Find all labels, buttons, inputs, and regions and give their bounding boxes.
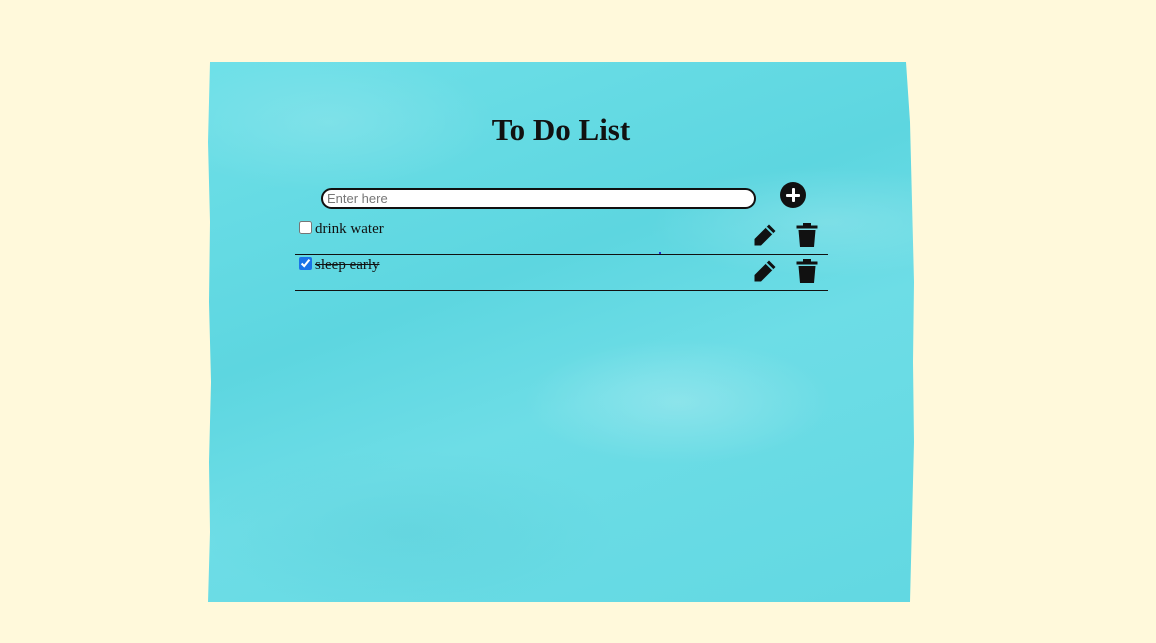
- delete-button[interactable]: [794, 222, 820, 248]
- todo-item: sleep early: [295, 254, 828, 291]
- delete-button[interactable]: [794, 258, 820, 284]
- todo-checkbox[interactable]: [299, 221, 312, 234]
- add-task-button[interactable]: [780, 182, 806, 208]
- todo-text: sleep early: [315, 257, 380, 273]
- todo-text: drink water: [315, 221, 384, 237]
- pencil-icon: [754, 260, 776, 282]
- page-title: To Do List: [491, 112, 631, 147]
- trash-icon: [796, 223, 818, 247]
- trash-icon: [796, 259, 818, 283]
- todo-item: drink water: [295, 218, 828, 255]
- edit-button[interactable]: [752, 222, 778, 248]
- todo-checkbox[interactable]: [299, 257, 312, 270]
- pencil-icon: [754, 224, 776, 246]
- task-input[interactable]: [321, 188, 756, 209]
- edit-button[interactable]: [752, 258, 778, 284]
